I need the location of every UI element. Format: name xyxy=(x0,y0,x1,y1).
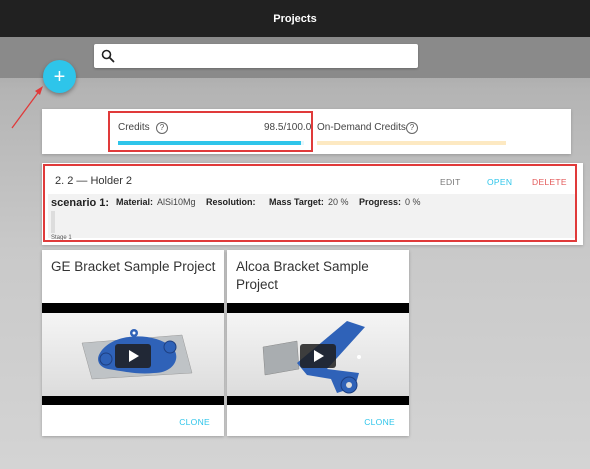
search-box[interactable] xyxy=(94,44,418,68)
sample-title: GE Bracket Sample Project xyxy=(51,259,216,274)
play-button[interactable] xyxy=(300,344,336,368)
ondemand-help-icon[interactable]: ? xyxy=(406,122,418,134)
search-input[interactable] xyxy=(120,47,410,65)
clone-button[interactable]: CLONE xyxy=(179,417,210,427)
sample-card-ge: GE Bracket Sample Project CLONE xyxy=(42,250,224,436)
search-icon xyxy=(101,49,115,63)
video-thumbnail xyxy=(227,313,409,396)
project-highlight-box xyxy=(43,164,577,242)
sample-title: Alcoa Bracket Sample Project xyxy=(236,259,369,292)
page-title: Projects xyxy=(273,12,317,25)
video-player[interactable] xyxy=(42,303,224,405)
play-button[interactable] xyxy=(115,344,151,368)
ondemand-credits-bar xyxy=(317,141,506,145)
top-app-bar: Projects xyxy=(0,0,590,37)
video-player[interactable] xyxy=(227,303,409,405)
credits-highlight-box xyxy=(108,111,313,152)
clone-button[interactable]: CLONE xyxy=(364,417,395,427)
sample-card-alcoa: Alcoa Bracket Sample Project CLONE xyxy=(227,250,409,436)
video-thumbnail xyxy=(42,313,224,396)
ondemand-credits-label: On-Demand Credits xyxy=(317,122,406,133)
